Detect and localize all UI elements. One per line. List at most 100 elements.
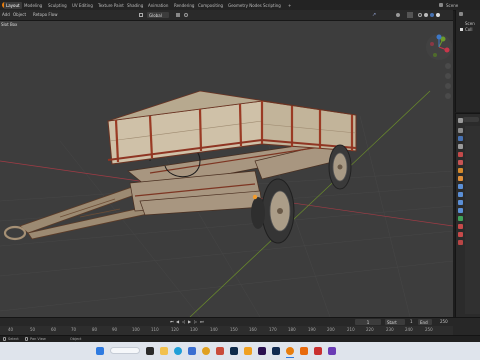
perspective-toggle-button[interactable] [445,93,451,99]
current-frame-field[interactable]: 1 [355,319,381,325]
app-icon-2[interactable] [328,347,336,355]
outliner-row-scene[interactable]: Scen [465,22,475,26]
start-frame-value[interactable]: 1 [410,320,413,324]
camera-view-button[interactable] [445,83,451,89]
shading-wire-icon[interactable] [418,13,422,17]
tick-label: 210 [347,327,355,332]
texture-tab-icon[interactable] [458,232,463,237]
tab-modeling[interactable]: Modeling [24,3,42,8]
navigation-gizmo[interactable] [425,33,453,61]
jump-start-icon[interactable]: ⏮ [170,320,174,324]
end-frame-value[interactable]: 250 [440,320,448,324]
mail-icon[interactable] [216,347,224,355]
tick-label: 160 [249,327,257,332]
play-reverse-icon[interactable]: ◁ [182,320,185,324]
search-icon[interactable] [110,347,140,354]
tab-texture-paint[interactable]: Texture Paint [98,3,124,8]
particles-tab-icon[interactable] [458,192,463,197]
mouse-left-icon [3,337,6,341]
edge-icon[interactable] [174,347,182,355]
tab-animation[interactable]: Animation [148,3,168,8]
outliner-row-collection[interactable]: Coll [465,28,472,32]
tick-label: 170 [269,327,277,332]
material-tab-icon[interactable] [458,224,463,229]
tick-label: 230 [386,327,394,332]
3d-viewport[interactable]: Slot Box [0,21,453,317]
orientation-dropdown[interactable]: Global [147,12,169,18]
tab-compositing[interactable]: Compositing [198,3,223,8]
object-origin [252,194,258,200]
blender-icon[interactable] [286,347,294,355]
add-workspace-button[interactable]: + [288,3,291,8]
shading-solid-icon[interactable] [424,13,428,17]
shading-material-icon[interactable] [430,13,434,17]
gizmo-toggle-icon[interactable]: ↗ [372,12,377,18]
overlay-toggle-icon[interactable] [396,13,400,17]
tick-label: 140 [210,327,218,332]
start-icon[interactable] [96,347,104,355]
end-frame-label[interactable]: End [418,319,432,325]
view-layer-tab-icon[interactable] [458,144,463,149]
tool-tab-icon[interactable] [458,118,463,123]
keyframe-next-icon[interactable]: ▷ [194,320,197,324]
constraints-tab-icon[interactable] [458,208,463,213]
tick-label: 120 [171,327,179,332]
tick-label: 180 [288,327,296,332]
tab-scripting[interactable]: Scripting [263,3,281,8]
vlc-icon[interactable] [300,347,308,355]
tab-layout[interactable]: Layout [4,2,22,9]
output-tab-icon[interactable] [458,136,463,141]
active-app-indicator [286,357,294,358]
physics-tab-icon[interactable] [458,200,463,205]
collection-icon [460,28,463,31]
start-frame-label[interactable]: Start [385,319,405,325]
modifier-tab-icon[interactable] [458,184,463,189]
trailer-model [3,90,357,244]
scene-selector[interactable]: Scene [446,3,458,8]
chrome-icon[interactable] [202,347,210,355]
data-tab-icon[interactable] [458,216,463,221]
outliner-filter-icon[interactable] [459,12,463,16]
properties-content-area [465,126,480,314]
menu-add[interactable]: Add [2,13,10,17]
world-tab-icon[interactable] [458,160,463,165]
shading-rendered-icon[interactable] [436,13,440,17]
os-taskbar [0,342,480,360]
taskview-icon[interactable] [146,347,154,355]
app-icon-1[interactable] [314,347,322,355]
properties-search-icon[interactable] [463,117,479,122]
shader-tab-icon[interactable] [458,240,463,245]
scene-tab-icon[interactable] [458,152,463,157]
store-icon[interactable] [188,347,196,355]
keyframe-prev-icon[interactable]: ◀ [176,320,179,324]
transform-pivot-icon[interactable] [139,13,143,17]
zoom-button[interactable] [445,63,451,69]
outliner-panel: Scen Coll [455,10,480,112]
snap-icon[interactable] [176,13,180,17]
collection-tab-icon[interactable] [458,168,463,173]
aftereffects-icon[interactable] [258,347,266,355]
menu-object[interactable]: Object [13,13,26,17]
scene-icon[interactable] [439,3,443,7]
tab-geometry-nodes[interactable]: Geometry Nodes [228,3,262,8]
viewport-scene [0,90,453,317]
media-encoder-icon[interactable] [272,347,280,355]
illustrator-icon[interactable] [244,347,252,355]
play-icon[interactable]: ▶ [188,320,191,324]
photoshop-icon[interactable] [230,347,238,355]
xray-toggle-icon[interactable] [407,12,413,18]
pan-button[interactable] [445,73,451,79]
explorer-icon[interactable] [160,347,168,355]
proportional-edit-icon[interactable] [184,13,188,17]
retopo-flow-menu[interactable]: Retopo Flow [33,13,57,17]
timeline-ruler[interactable]: 40 50 60 70 80 90 100 110 120 130 140 15… [0,326,453,335]
tab-shading[interactable]: Shading [127,3,143,8]
object-tab-icon[interactable] [458,176,463,181]
tab-uv-editing[interactable]: UV Editing [72,3,93,8]
tick-label: 100 [132,327,140,332]
render-tab-icon[interactable] [458,128,463,133]
tab-rendering[interactable]: Rendering [174,3,194,8]
tab-sculpting[interactable]: Sculpting [48,3,67,8]
jump-end-icon[interactable]: ⏭ [200,320,204,324]
tick-label: 130 [190,327,198,332]
